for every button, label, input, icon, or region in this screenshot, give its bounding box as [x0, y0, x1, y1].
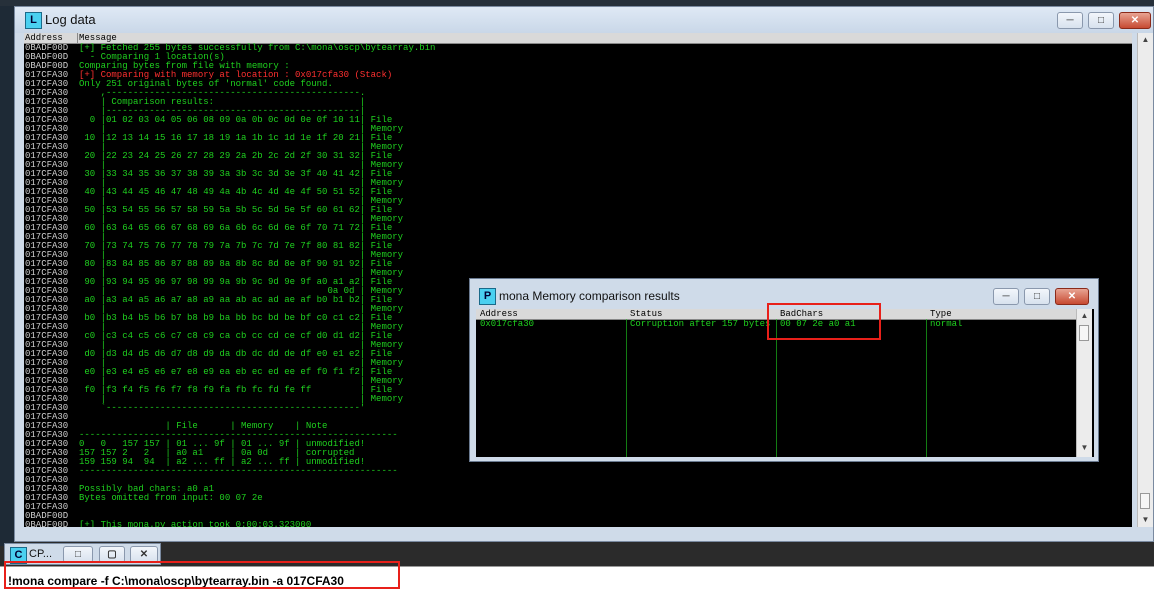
col-header-address[interactable]: Address	[480, 309, 518, 319]
restore-icon: □	[1033, 291, 1041, 302]
log-scroll-thumb[interactable]	[1140, 493, 1150, 509]
mona-window-title: mona Memory comparison results	[499, 289, 680, 303]
desktop-left-edge	[0, 6, 14, 546]
close-icon: ✕	[139, 549, 149, 560]
restore-button[interactable]: □	[1088, 12, 1114, 29]
log-row-message: ----------------------------------------…	[79, 466, 398, 476]
minimize-icon: ─	[1002, 291, 1010, 302]
log-window-titlebar[interactable]: L Log data ─ □ ✕	[15, 7, 1153, 33]
close-button[interactable]: ✕	[1119, 12, 1151, 29]
scroll-up-icon[interactable]: ▲	[1138, 33, 1153, 47]
cell-status[interactable]: Corruption after 157 bytes	[630, 320, 774, 329]
log-row[interactable]: 017CFA30 --------------------------------…	[24, 467, 1132, 476]
mona-minimize-button[interactable]: ─	[993, 288, 1019, 305]
log-app-icon: L	[25, 12, 42, 29]
scroll-up-icon[interactable]: ▲	[1077, 309, 1092, 323]
column-divider	[626, 319, 627, 457]
header-divider	[77, 33, 78, 43]
close-icon: ✕	[1130, 15, 1140, 26]
log-row[interactable]: 017CFA30 Bytes omitted from input: 00 07 …	[24, 494, 1132, 503]
mona-app-icon: P	[479, 288, 496, 305]
log-row-message: Bytes omitted from input: 00 07 2e	[79, 493, 263, 503]
cell-address[interactable]: 0x017cfa30	[480, 320, 624, 329]
mona-scroll-thumb[interactable]	[1079, 325, 1089, 341]
mona-close-button[interactable]: ✕	[1055, 288, 1089, 305]
minimize-icon: ─	[1066, 15, 1074, 26]
cell-type[interactable]: normal	[930, 320, 1070, 329]
minimize-button[interactable]: ─	[1057, 12, 1083, 29]
log-row-message: [+] This mona.py action took 0:00:03.323…	[79, 520, 312, 528]
log-window-title: Log data	[45, 12, 96, 27]
mona-scrollbar[interactable]: ▲ ▼	[1076, 309, 1092, 457]
cpu-tab-label: CP...	[29, 548, 53, 560]
log-row-address: 0BADF00D	[25, 520, 69, 528]
restore-icon: □	[1097, 15, 1105, 26]
scroll-down-icon[interactable]: ▼	[1077, 441, 1092, 455]
badchars-highlight-box	[767, 303, 881, 340]
col-header-type[interactable]: Type	[930, 309, 952, 319]
restore-icon: □	[74, 549, 82, 560]
log-row[interactable]: 0BADF00D [+] This mona.py action took 0:0…	[24, 520, 1132, 528]
col-header-status[interactable]: Status	[630, 309, 662, 319]
log-row[interactable]: 017CFA30	[24, 503, 1132, 512]
close-icon: ✕	[1067, 291, 1077, 302]
log-row-message: `---------------------------------------…	[79, 403, 366, 413]
mona-restore-button[interactable]: □	[1024, 288, 1050, 305]
scroll-down-icon[interactable]: ▼	[1138, 513, 1153, 527]
column-divider	[926, 319, 927, 457]
maximize-icon: ▢	[107, 549, 117, 560]
message-column-header[interactable]: Message	[79, 33, 117, 43]
command-highlight-box	[4, 561, 400, 589]
log-scrollbar[interactable]: ▲ ▼	[1137, 33, 1153, 527]
address-column-header[interactable]: Address	[25, 33, 63, 43]
